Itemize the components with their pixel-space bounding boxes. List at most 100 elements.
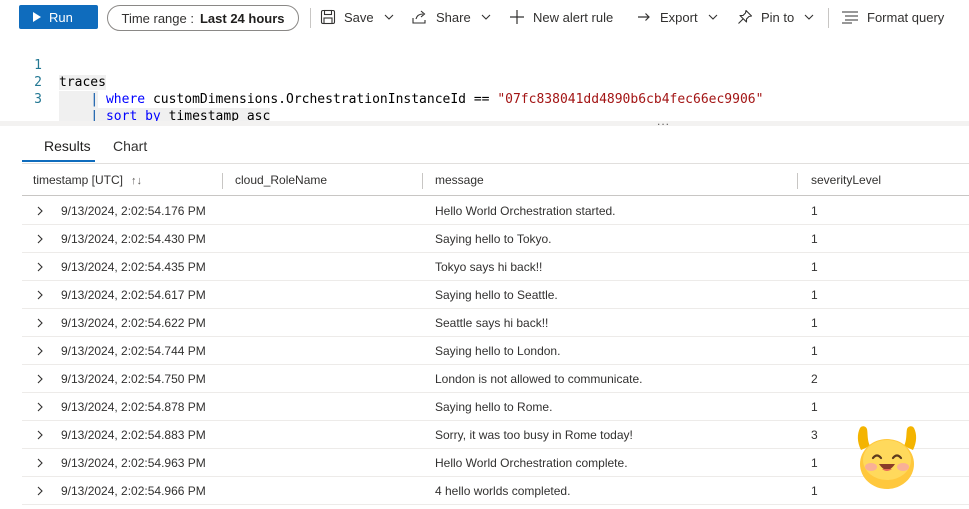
column-header-message[interactable]: message [435,164,484,197]
cell-message: Saying hello to Rome. [435,400,553,414]
chevron-right-icon[interactable] [35,290,45,300]
grid-header: timestamp [UTC] ↑↓ cloud_RoleName message… [22,163,969,196]
code-line-1: 1 traces [0,40,106,90]
column-header-severity-level[interactable]: severityLevel [811,164,881,197]
time-range-label: Time range : [121,10,194,26]
column-divider[interactable] [222,173,223,189]
cell-message: Saying hello to London. [435,344,561,358]
column-header-timestamp[interactable]: timestamp [UTC] ↑↓ [33,164,142,197]
column-header-cloud-rolename[interactable]: cloud_RoleName [235,164,327,197]
chevron-right-icon[interactable] [35,234,45,244]
sort-icon[interactable]: ↑↓ [131,175,142,187]
toolbar-divider [828,8,829,28]
query-editor[interactable]: 1 traces 2 | where customDimensions.Orch… [0,38,969,125]
keyword: where [105,92,146,107]
cell-timestamp: 9/13/2024, 2:02:54.622 PM [61,316,206,330]
pin-to-button[interactable]: Pin to [737,0,814,34]
chevron-down-icon [384,14,394,20]
new-alert-rule-button[interactable]: New alert rule [509,0,613,34]
share-icon [412,10,426,24]
tab-chart[interactable]: Chart [113,132,147,162]
cell-timestamp: 9/13/2024, 2:02:54.744 PM [61,344,206,358]
share-button[interactable]: Share [411,0,491,34]
chevron-right-icon[interactable] [35,486,45,496]
run-button[interactable]: Run [19,5,98,29]
new-alert-rule-label: New alert rule [533,9,614,25]
save-button[interactable]: Save [320,0,394,34]
cell-timestamp: 9/13/2024, 2:02:54.435 PM [61,260,206,274]
cell-severity-level: 1 [811,260,818,274]
table-name: traces [59,75,106,90]
table-row[interactable]: 9/13/2024, 2:02:54.744 PM Saying hello to… [22,337,969,365]
cell-severity-level: 1 [811,400,818,414]
cell-message: Saying hello to Tokyo. [435,232,552,246]
editor-splitter[interactable] [0,121,969,126]
cell-message: Saying hello to Seattle. [435,288,558,302]
table-row[interactable]: 9/13/2024, 2:02:54.617 PM Saying hello to… [22,281,969,309]
table-row[interactable]: 9/13/2024, 2:02:54.878 PM Saying hello to… [22,393,969,421]
cell-message: 4 hello worlds completed. [435,484,571,498]
chevron-right-icon[interactable] [35,206,45,216]
time-range-picker[interactable]: Time range : Last 24 hours [107,5,299,31]
chevron-right-icon[interactable] [35,318,45,328]
tab-results[interactable]: Results [22,132,95,162]
share-label: Share [436,9,471,25]
string-literal: "07fc838041dd4890b6cb4fec66ec9906" [497,92,764,107]
table-row[interactable]: 9/13/2024, 2:02:54.622 PM Seattle says hi… [22,309,969,337]
cell-message: London is not allowed to communicate. [435,372,643,386]
export-button[interactable]: Export [636,0,718,34]
format-query-label: Format query [867,9,945,25]
cell-timestamp: 9/13/2024, 2:02:54.617 PM [61,288,206,302]
cell-severity-level: 1 [811,456,818,470]
table-row[interactable]: 9/13/2024, 2:02:54.883 PM Sorry, it was t… [22,421,969,449]
chevron-right-icon[interactable] [35,346,45,356]
chevron-right-icon[interactable] [35,374,45,384]
table-row[interactable]: 9/13/2024, 2:02:54.435 PM Tokyo says hi b… [22,253,969,281]
cell-severity-level: 3 [811,428,818,442]
column-divider[interactable] [797,173,798,189]
cell-message: Hello World Orchestration complete. [435,456,628,470]
column-divider[interactable] [422,173,423,189]
format-query-button[interactable]: Format query [841,0,944,34]
plus-icon [510,10,524,24]
chevron-right-icon[interactable] [35,402,45,412]
table-row[interactable]: 9/13/2024, 2:02:54.963 PM Hello World Orc… [22,449,969,477]
save-icon [320,9,336,25]
table-row[interactable]: 9/13/2024, 2:02:54.430 PM Saying hello to… [22,225,969,253]
cell-severity-level: 1 [811,204,818,218]
line-number: 3 [34,92,42,107]
cell-severity-level: 1 [811,288,818,302]
field-name: customDimensions.OrchestrationInstanceId [152,92,467,107]
chevron-right-icon[interactable] [35,458,45,468]
cell-timestamp: 9/13/2024, 2:02:54.883 PM [61,428,206,442]
cell-severity-level: 1 [811,484,818,498]
splitter-handle[interactable]: ... [657,114,670,128]
table-row[interactable]: 9/13/2024, 2:02:54.176 PM Hello World Orc… [22,197,969,225]
column-header-label: timestamp [UTC] [33,173,124,187]
save-label: Save [344,9,374,25]
operator: == [473,92,490,107]
chevron-down-icon [481,14,491,20]
export-icon [638,13,650,21]
cell-timestamp: 9/13/2024, 2:02:54.878 PM [61,400,206,414]
code-text: | where customDimensions.OrchestrationIn… [59,91,763,108]
cell-severity-level: 2 [811,372,818,386]
chevron-right-icon[interactable] [35,262,45,272]
code-text: traces [59,74,106,91]
table-row[interactable]: 9/13/2024, 2:02:54.750 PM London is not a… [22,365,969,393]
pipe-operator: | [90,92,99,107]
chevron-down-icon [804,14,814,20]
cell-timestamp: 9/13/2024, 2:02:54.750 PM [61,372,206,386]
cell-timestamp: 9/13/2024, 2:02:54.966 PM [61,484,206,498]
cell-severity-level: 1 [811,316,818,330]
chevron-right-icon[interactable] [35,430,45,440]
code-line-3: 3 | sort by timestamp asc [0,74,271,125]
time-range-value: Last 24 hours [199,10,285,26]
play-icon [33,12,41,22]
cell-message: Sorry, it was too busy in Rome today! [435,428,633,442]
cell-severity-level: 1 [811,344,818,358]
table-row[interactable]: 9/13/2024, 2:02:54.966 PM 4 hello worlds … [22,477,969,505]
chevron-down-icon [708,14,717,20]
pin-to-label: Pin to [761,9,795,25]
run-button-label: Run [49,9,73,25]
